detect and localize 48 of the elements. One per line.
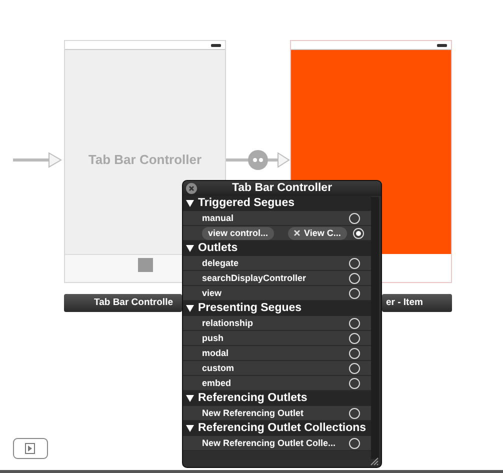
connection-circle[interactable] xyxy=(349,348,360,358)
disclosure-triangle-icon[interactable] xyxy=(186,245,194,252)
outlet-label: embed xyxy=(202,376,232,390)
document-outline-button[interactable] xyxy=(13,438,48,459)
outlet-label: view xyxy=(202,286,223,300)
outlet-label: custom xyxy=(202,362,236,374)
scroll-bar[interactable] xyxy=(371,197,379,459)
battery-icon xyxy=(211,44,221,46)
connection-target[interactable]: View C... xyxy=(288,226,347,240)
outlet-label: New Referencing Outlet xyxy=(202,406,305,420)
section-header: Outlets xyxy=(198,241,238,256)
connection-circle[interactable] xyxy=(349,288,360,298)
battery-icon xyxy=(437,44,447,46)
tab-item-icon xyxy=(138,258,152,272)
connection-circle[interactable] xyxy=(349,272,360,284)
outlet-label: searchDisplayController xyxy=(202,272,308,285)
section-header: Referencing Outlet Collections xyxy=(198,421,366,436)
scene-label-bar: Tab Bar Controlle xyxy=(64,294,182,312)
connection-label: view control... xyxy=(202,226,274,240)
section-header: Triggered Segues xyxy=(198,196,295,211)
disclosure-triangle-icon[interactable] xyxy=(186,425,194,432)
disclosure-triangle-icon[interactable] xyxy=(186,395,194,402)
connection-circle[interactable] xyxy=(349,258,360,268)
connection-circle[interactable] xyxy=(349,408,360,418)
outlet-label: push xyxy=(202,332,224,345)
outlet-label: manual xyxy=(202,212,235,224)
outlet-label: New Referencing Outlet Colle... xyxy=(202,436,337,450)
scene-label-bar: er - Item xyxy=(382,294,452,312)
connection-circle[interactable] xyxy=(349,212,360,224)
connection-circle[interactable] xyxy=(349,438,360,448)
entry-arrow xyxy=(13,152,63,168)
outlet-label: delegate xyxy=(202,256,240,270)
outlet-label: modal xyxy=(202,346,230,360)
section-header: Referencing Outlets xyxy=(198,391,308,406)
scene-title: Tab Bar Controller xyxy=(88,151,202,170)
connection-circle[interactable] xyxy=(349,318,360,328)
resize-grip-icon[interactable] xyxy=(370,457,379,466)
disclosure-triangle-icon[interactable] xyxy=(186,305,194,312)
connection-circle[interactable] xyxy=(349,378,360,388)
close-icon[interactable] xyxy=(186,183,197,194)
outlet-label: relationship xyxy=(202,316,254,330)
popup-title: Tab Bar Controller xyxy=(232,182,332,194)
remove-icon[interactable] xyxy=(294,230,300,236)
section-header: Presenting Segues xyxy=(198,301,302,316)
disclosure-triangle-icon[interactable] xyxy=(186,200,194,207)
connection-circle[interactable] xyxy=(349,362,360,374)
connection-circle[interactable] xyxy=(352,228,364,238)
connection-circle[interactable] xyxy=(349,332,360,344)
